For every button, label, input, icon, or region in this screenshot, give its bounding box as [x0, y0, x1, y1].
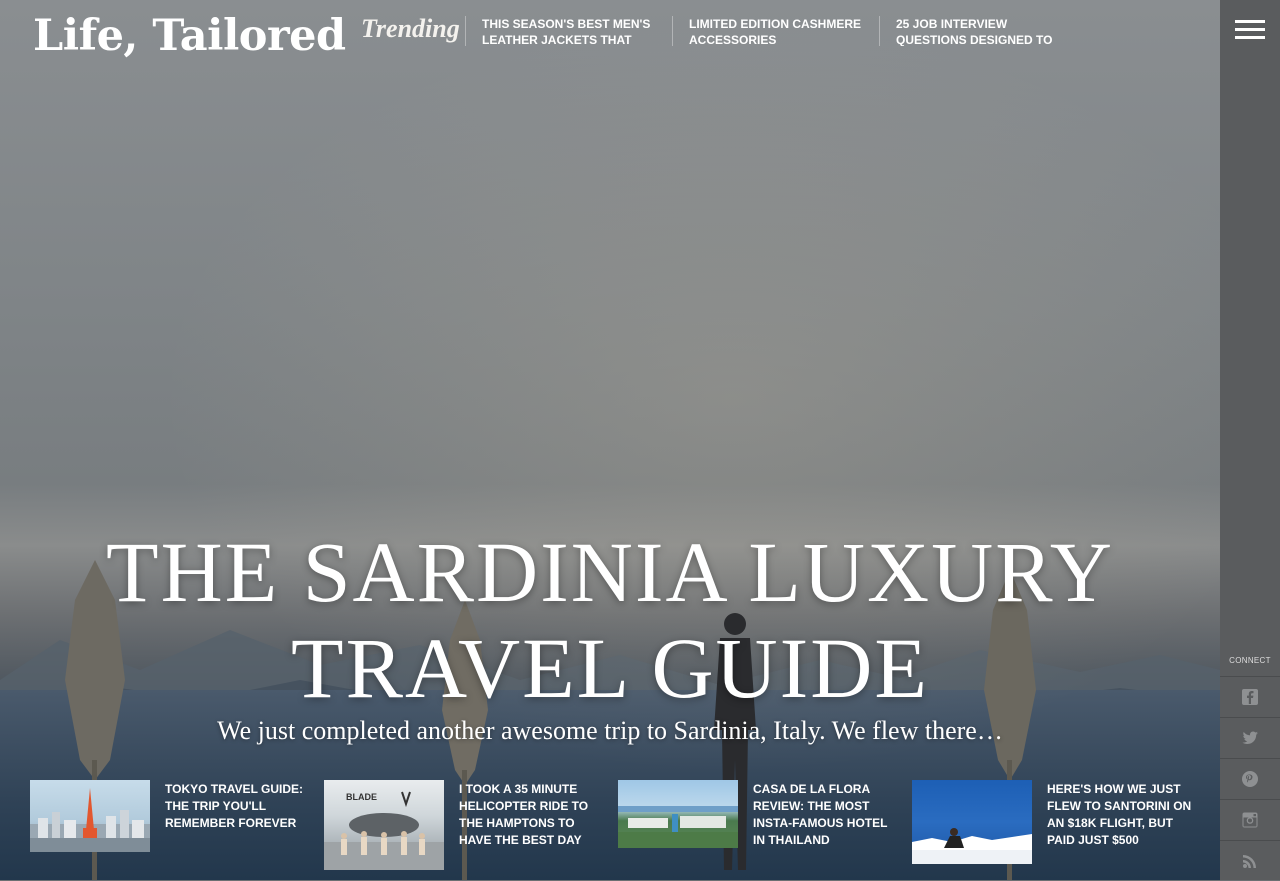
headline-line-1: THE SARDINIA LUXURY [106, 524, 1114, 620]
article-card-casa-de-la-flora[interactable]: CASA DE LA FLORA REVIEW: THE MOST INSTA-… [618, 780, 898, 875]
tokyo-thumbnail [30, 780, 150, 852]
santorini-thumbnail [912, 780, 1032, 864]
trending-item[interactable]: THIS SEASON'S BEST MEN'S LEATHER JACKETS… [465, 16, 657, 46]
facebook-icon[interactable] [1220, 676, 1280, 717]
headline-line-2: TRAVEL GUIDE [291, 620, 929, 716]
trending-label: Trending [361, 14, 460, 43]
hero-background-image [0, 0, 1220, 880]
featured-headline[interactable]: THE SARDINIA LUXURY TRAVEL GUIDE [0, 524, 1220, 716]
article-card-helicopter[interactable]: BLADE I TOOK A 35 MINUTE HELICOPTER RIDE… [324, 780, 604, 875]
article-card-title: TOKYO TRAVEL GUIDE: THE TRIP YOU'LL REME… [165, 782, 304, 830]
rss-icon[interactable] [1220, 840, 1280, 881]
helicopter-thumbnail: BLADE [324, 780, 444, 870]
instagram-icon[interactable] [1220, 799, 1280, 840]
hotel-thumbnail [618, 780, 738, 848]
featured-excerpt: We just completed another awesome trip t… [217, 716, 1003, 745]
article-card-title: CASA DE LA FLORA REVIEW: THE MOST INSTA-… [753, 782, 888, 847]
twitter-icon[interactable] [1220, 717, 1280, 758]
pinterest-icon[interactable] [1220, 758, 1280, 799]
svg-text:BLADE: BLADE [346, 792, 377, 802]
article-card-title: I TOOK A 35 MINUTE HELICOPTER RIDE TO TH… [459, 782, 589, 847]
trending-item[interactable]: LIMITED EDITION CASHMERE ACCESSORIES [672, 16, 864, 46]
article-card-tokyo[interactable]: TOKYO TRAVEL GUIDE: THE TRIP YOU'LL REME… [30, 780, 310, 875]
article-card-santorini[interactable]: HERE'S HOW WE JUST FLEW TO SANTORINI ON … [912, 780, 1192, 875]
connect-label: CONNECT [1229, 656, 1271, 665]
trending-item[interactable]: 25 JOB INTERVIEW QUESTIONS DESIGNED TO [879, 16, 1071, 46]
site-logo[interactable]: Life, Tailored [33, 10, 346, 62]
article-card-title: HERE'S HOW WE JUST FLEW TO SANTORINI ON … [1047, 782, 1192, 847]
menu-icon[interactable] [1235, 20, 1265, 42]
